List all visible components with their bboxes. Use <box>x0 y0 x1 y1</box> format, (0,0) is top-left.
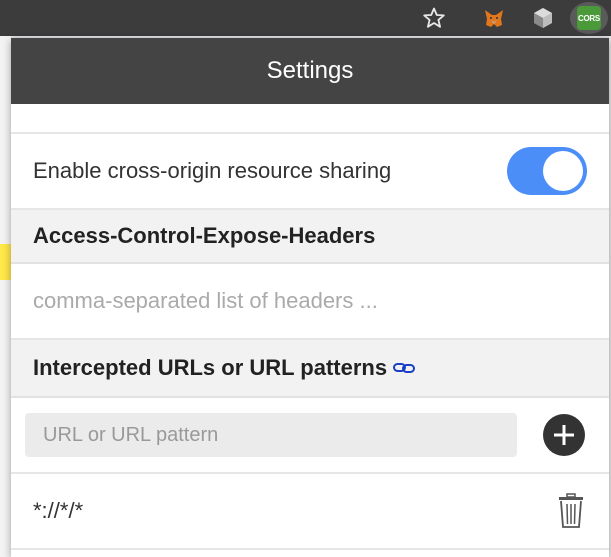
enable-cors-row: Enable cross-origin resource sharing <box>11 134 609 210</box>
enable-cors-label: Enable cross-origin resource sharing <box>33 158 392 183</box>
popup-title: Settings <box>11 38 609 104</box>
expose-headers-input[interactable] <box>33 288 573 314</box>
settings-popup: Settings Enable cross-origin resource sh… <box>11 38 609 557</box>
metamask-fox-icon[interactable] <box>478 2 510 34</box>
url-pattern-text: *://*/* <box>33 498 84 523</box>
link-icon[interactable] <box>393 362 416 374</box>
background-page <box>0 36 11 557</box>
star-icon[interactable] <box>418 2 450 34</box>
add-url-row <box>11 398 609 474</box>
expose-headers-title: Access-Control-Expose-Headers <box>11 210 609 264</box>
url-pattern-input[interactable] <box>25 413 517 457</box>
intercepted-urls-title: Intercepted URLs or URL patterns <box>33 355 388 380</box>
cube-icon[interactable] <box>527 2 559 34</box>
browser-toolbar: CORS <box>0 0 611 36</box>
plus-circle-icon[interactable] <box>543 414 585 456</box>
url-pattern-item: *://*/* <box>11 474 609 550</box>
toggle-knob <box>543 151 583 191</box>
trash-icon[interactable] <box>555 491 587 531</box>
expose-headers-row <box>11 264 609 340</box>
enable-cors-toggle[interactable] <box>507 147 587 195</box>
intercepted-urls-heading: Intercepted URLs or URL patterns <box>11 340 609 398</box>
header-spacer <box>11 104 609 134</box>
cors-badge: CORS <box>577 6 601 30</box>
cors-extension-icon[interactable]: CORS <box>570 2 608 34</box>
background-highlight <box>0 244 11 280</box>
